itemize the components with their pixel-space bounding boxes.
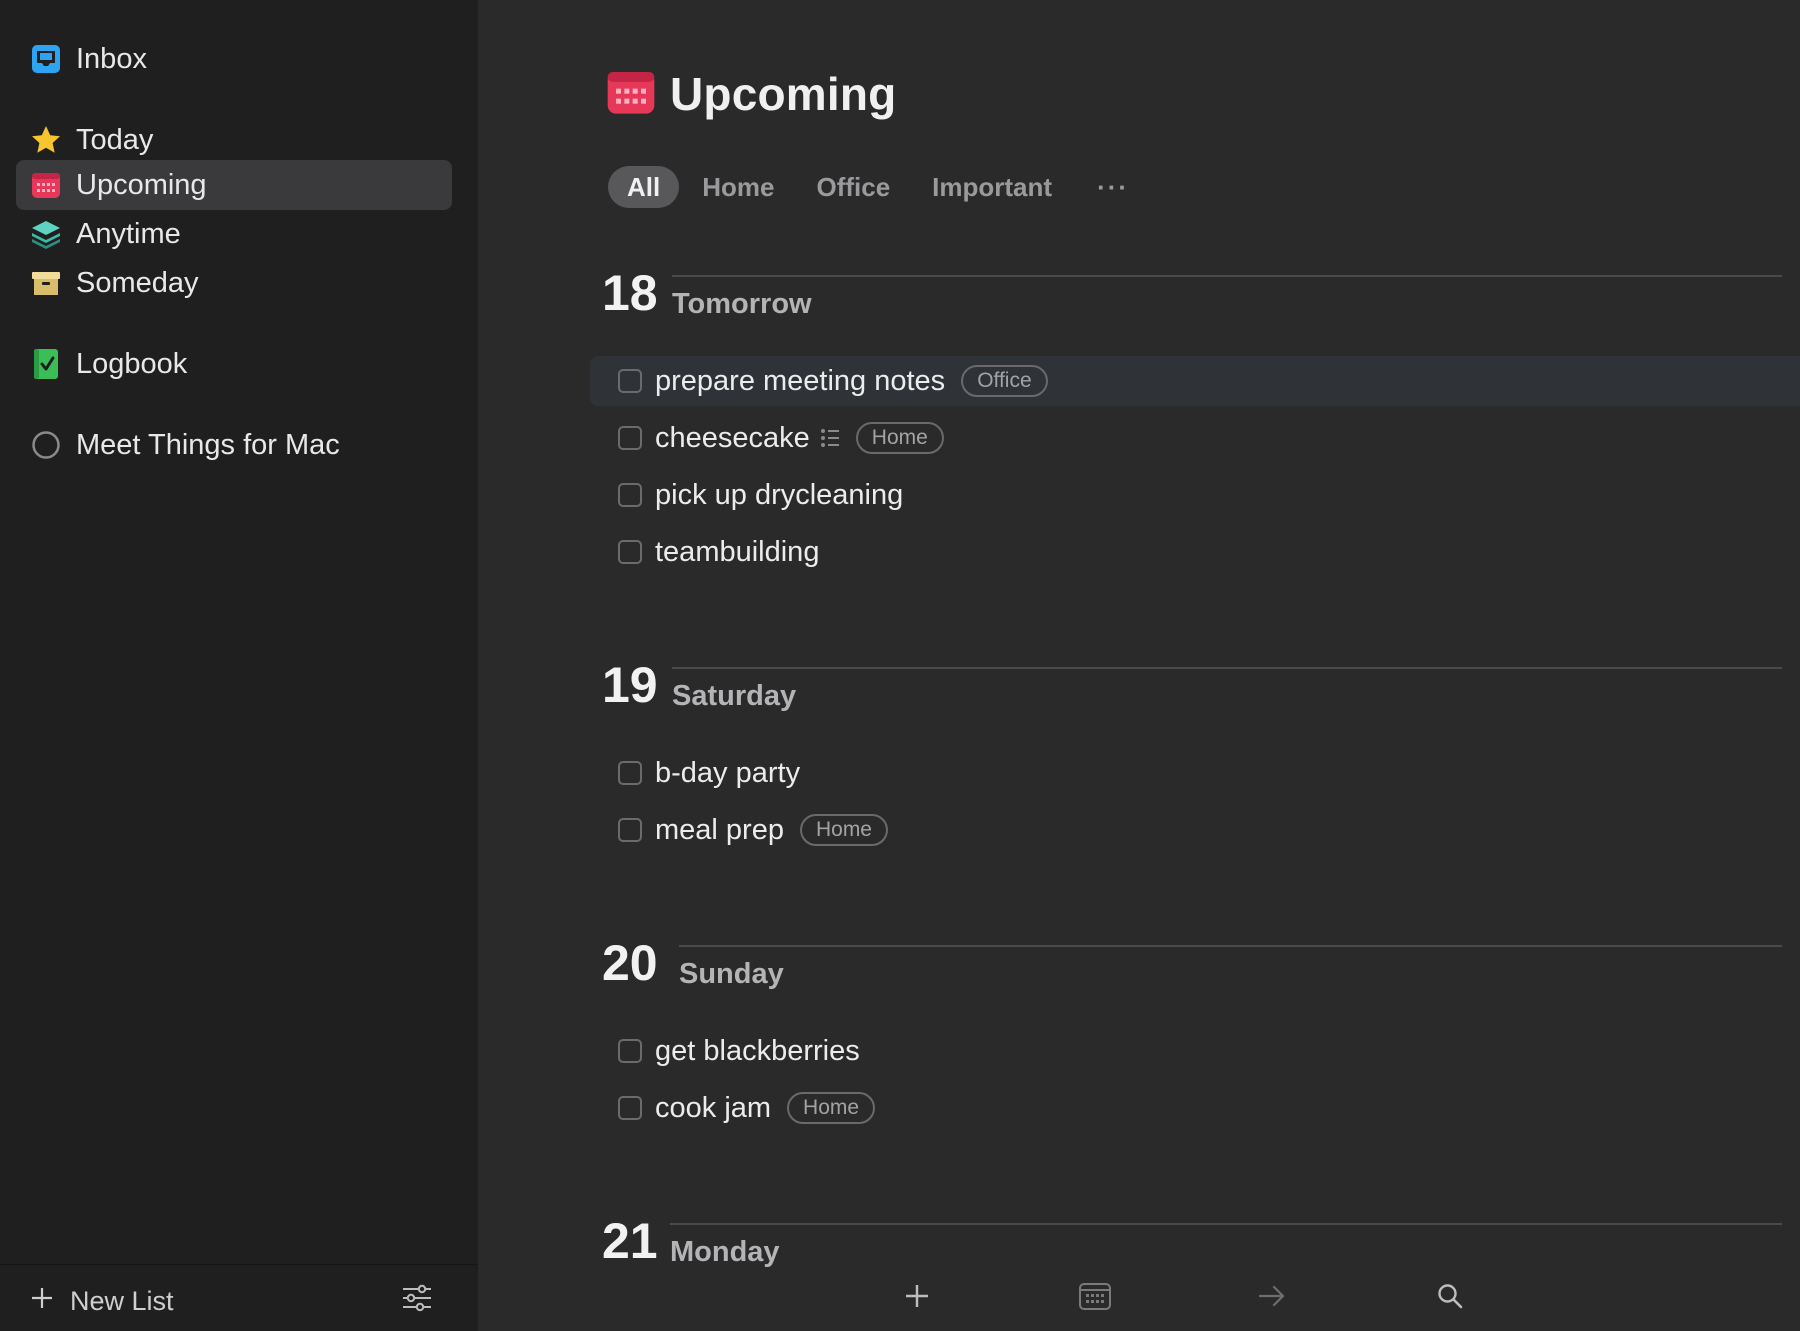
day-number: 21 xyxy=(602,1213,658,1269)
day-header: 18 Tomorrow xyxy=(602,264,1782,324)
task-row[interactable]: teambuilding xyxy=(590,527,1800,577)
sidebar-item-inbox[interactable]: Inbox xyxy=(16,34,452,84)
sidebar-item-anytime[interactable]: Anytime xyxy=(16,209,452,259)
day-section: 19 Saturday b-day party meal prep Home xyxy=(602,656,1782,846)
tab-important[interactable]: Important xyxy=(913,166,1071,208)
task-title: pick up drycleaning xyxy=(655,479,904,511)
tag-badge: Office xyxy=(961,365,1048,397)
sidebar-footer: New List xyxy=(0,1264,478,1331)
sidebar-item-label: Logbook xyxy=(76,348,188,380)
sidebar-item-upcoming[interactable]: Upcoming xyxy=(16,160,452,210)
task-checkbox[interactable] xyxy=(618,483,642,507)
day-number: 19 xyxy=(602,657,658,713)
new-list-button[interactable]: New List xyxy=(30,1283,174,1319)
task-checkbox[interactable] xyxy=(618,540,642,564)
move-button[interactable] xyxy=(1252,1280,1292,1316)
checklist-icon xyxy=(820,427,840,449)
circle-icon xyxy=(30,429,62,461)
task-row[interactable]: prepare meeting notes Office xyxy=(590,356,1800,406)
task-checkbox[interactable] xyxy=(618,426,642,450)
sidebar: Inbox Today Upcoming Anytime Someday Log… xyxy=(0,0,478,1331)
task-title: prepare meeting notes xyxy=(655,365,946,397)
bottom-toolbar xyxy=(478,1264,1800,1331)
task-row[interactable]: b-day party xyxy=(590,748,1800,798)
task-checkbox[interactable] xyxy=(618,1096,642,1120)
calendar-icon xyxy=(1078,1281,1112,1316)
sliders-icon xyxy=(400,1284,434,1319)
day-divider xyxy=(672,667,1782,669)
task-row[interactable]: get blackberries xyxy=(590,1026,1800,1076)
more-tags-button[interactable]: ··· xyxy=(1081,166,1145,208)
task-row[interactable]: cheesecake Home xyxy=(590,413,1800,463)
sidebar-item-label: Inbox xyxy=(76,43,147,75)
task-row[interactable]: meal prep Home xyxy=(590,805,1800,855)
day-name: Sunday xyxy=(679,958,784,990)
day-divider xyxy=(672,275,1782,277)
task-title: teambuilding xyxy=(655,536,820,568)
tag-filter-tabs: All Home Office Important ··· xyxy=(608,166,1149,208)
tab-all[interactable]: All xyxy=(608,166,680,208)
sidebar-item-label: Upcoming xyxy=(76,169,207,201)
arrow-right-icon xyxy=(1257,1283,1287,1314)
task-checkbox[interactable] xyxy=(618,818,642,842)
sidebar-item-someday[interactable]: Someday xyxy=(16,258,452,308)
sidebar-item-logbook[interactable]: Logbook xyxy=(16,339,452,389)
tag-badge: Home xyxy=(799,814,888,846)
filter-settings-button[interactable] xyxy=(400,1281,440,1317)
new-todo-button[interactable] xyxy=(897,1280,937,1316)
day-section: 21 Monday xyxy=(602,1212,1782,1272)
tab-office[interactable]: Office xyxy=(797,166,909,208)
sidebar-item-label: Today xyxy=(76,124,154,156)
task-title: cheesecake xyxy=(655,422,810,454)
task-title: cook jam xyxy=(655,1092,772,1124)
task-checkbox[interactable] xyxy=(618,369,642,393)
day-number: 18 xyxy=(602,265,658,321)
sidebar-item-label: Meet Things for Mac xyxy=(76,429,340,461)
sidebar-item-today[interactable]: Today xyxy=(16,115,452,165)
search-icon xyxy=(1436,1282,1464,1315)
calendar-icon xyxy=(606,67,656,122)
task-checkbox[interactable] xyxy=(618,761,642,785)
task-title: b-day party xyxy=(655,757,801,789)
sidebar-item-label: Anytime xyxy=(76,218,181,250)
stack-icon xyxy=(30,218,62,250)
day-section: 18 Tomorrow prepare meeting notes Office… xyxy=(590,264,1800,568)
star-icon xyxy=(30,124,62,156)
day-header: 19 Saturday xyxy=(602,656,1782,716)
day-header: 21 Monday xyxy=(602,1212,1782,1272)
task-row[interactable]: pick up drycleaning xyxy=(590,470,1800,520)
things-app-window: Inbox Today Upcoming Anytime Someday Log… xyxy=(0,0,1800,1331)
task-checkbox[interactable] xyxy=(618,1039,642,1063)
task-title: meal prep xyxy=(655,814,784,846)
new-list-label: New List xyxy=(70,1285,174,1316)
tag-badge: Home xyxy=(855,422,944,454)
main-content: Upcoming All Home Office Important ··· 1… xyxy=(478,0,1800,1331)
day-divider xyxy=(679,945,1782,947)
day-name: Tomorrow xyxy=(672,288,812,320)
day-divider xyxy=(670,1223,1782,1225)
task-title: get blackberries xyxy=(655,1035,860,1067)
box-icon xyxy=(30,267,62,299)
sidebar-item-meet-things[interactable]: Meet Things for Mac xyxy=(16,420,452,470)
day-name: Saturday xyxy=(672,680,797,712)
inbox-icon xyxy=(30,43,62,75)
tab-home[interactable]: Home xyxy=(683,166,793,208)
day-number: 20 xyxy=(602,935,658,991)
calendar-icon xyxy=(30,169,62,201)
sidebar-item-label: Someday xyxy=(76,267,199,299)
plus-icon xyxy=(30,1286,54,1317)
schedule-button[interactable] xyxy=(1075,1280,1115,1316)
day-header: 20 Sunday xyxy=(602,934,1782,994)
plus-icon xyxy=(904,1283,930,1314)
day-section: 20 Sunday get blackberries cook jam Home xyxy=(602,934,1782,1124)
logbook-icon xyxy=(30,348,62,380)
tag-badge: Home xyxy=(787,1092,876,1124)
search-button[interactable] xyxy=(1430,1280,1470,1316)
page-title-text: Upcoming xyxy=(670,68,897,120)
task-row[interactable]: cook jam Home xyxy=(590,1083,1800,1133)
page-title: Upcoming xyxy=(606,62,896,126)
